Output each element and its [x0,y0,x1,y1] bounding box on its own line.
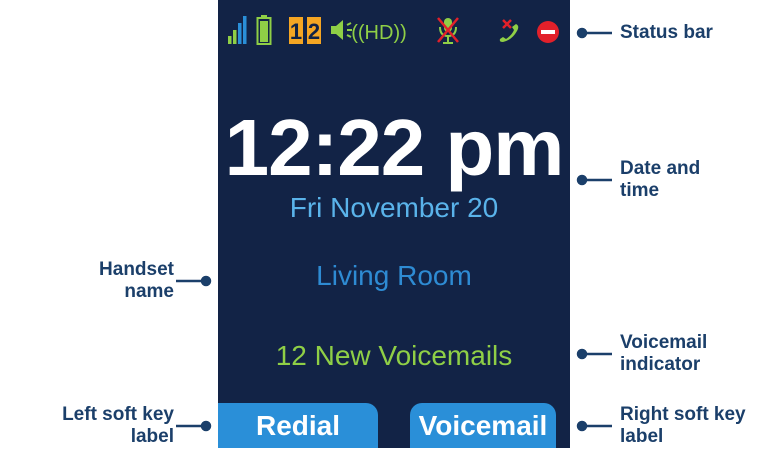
callout-left-soft-key-line1: Left soft key [62,404,174,425]
right-soft-key-leader [576,420,612,432]
callout-handset-line1: Handset [99,259,174,280]
callout-voicemail-line1: Voicemail [620,332,708,353]
callout-right-soft-key-line1: Right soft key [620,404,746,425]
voicemail-leader [576,348,612,360]
handset-name-leader [176,275,212,287]
callout-right-soft-key-line2: label [620,426,664,447]
callout-left-soft-key: Left soft key label [62,404,174,448]
left-soft-key-leader [176,420,212,432]
callout-voicemail-line2: indicator [620,354,701,375]
callout-handset-name: Handset name [99,259,174,303]
callout-status-bar: Status bar [620,22,713,44]
callout-leaders [176,27,612,432]
callout-voicemail-indicator: Voicemail indicator [620,332,707,376]
callout-left-soft-key-line2: label [130,426,174,447]
callout-date-time-line2: time [620,180,660,201]
callout-date-time: Date and time [620,158,700,202]
callout-status-bar-text: Status bar [620,22,713,43]
callout-handset-line2: name [124,281,174,302]
callout-date-time-line1: Date and [620,158,701,179]
date-time-leader [576,174,612,186]
status-bar-leader [576,27,612,39]
callout-right-soft-key: Right soft key label [620,404,746,448]
